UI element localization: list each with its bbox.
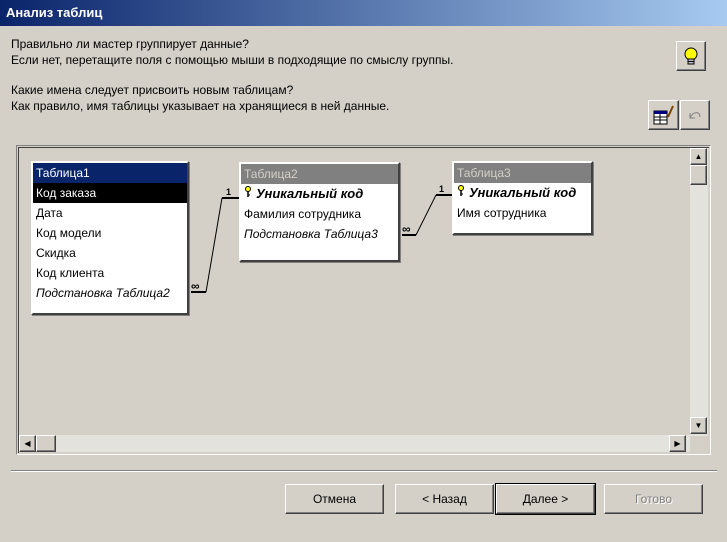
field-row[interactable]: Дата <box>33 203 187 223</box>
undo-icon <box>689 112 701 119</box>
vertical-scrollbar[interactable]: ▲ ▼ <box>690 148 708 436</box>
undo-button[interactable] <box>680 100 710 130</box>
key-icon <box>457 183 469 203</box>
key-icon <box>244 184 256 204</box>
next-button[interactable]: Далее > <box>495 483 596 515</box>
title-bar: Анализ таблиц <box>0 0 727 26</box>
next-label: Далее > <box>522 492 569 506</box>
table-3[interactable]: Таблица3 Уникальный код Имя сотрудника <box>452 161 593 235</box>
field-row[interactable]: Фамилия сотрудника <box>241 204 398 224</box>
relation-2-many-label: ∞ <box>402 222 411 236</box>
field-row[interactable]: Код модели <box>33 223 187 243</box>
relation-1-many-label: ∞ <box>191 279 200 293</box>
horizontal-scrollbar[interactable]: ◀ ▶ <box>19 435 690 452</box>
back-button[interactable]: < Назад <box>395 484 494 514</box>
table-title[interactable]: Таблица2 <box>241 164 398 184</box>
vertical-scroll-thumb[interactable] <box>690 165 707 185</box>
instruction-line-4: Как правило, имя таблицы указывает на хр… <box>11 99 390 113</box>
table-diagram-canvas: 1 ∞ 1 ∞ Таблица1 Код заказа Дата Код мод… <box>16 145 711 455</box>
scroll-up-button[interactable]: ▲ <box>690 148 707 165</box>
rename-table-icon <box>653 105 674 125</box>
cancel-label: Отмена <box>312 492 357 506</box>
instruction-line-3: Какие имена следует присвоить новым табл… <box>11 83 294 97</box>
window-title: Анализ таблиц <box>6 5 103 20</box>
diagram-area[interactable]: 1 ∞ 1 ∞ Таблица1 Код заказа Дата Код мод… <box>18 147 709 453</box>
cancel-button[interactable]: Отмена <box>285 484 384 514</box>
field-row[interactable]: Скидка <box>33 243 187 263</box>
instruction-line-1: Правильно ли мастер группирует данные? <box>11 37 249 51</box>
table-title[interactable]: Таблица3 <box>454 163 591 183</box>
field-row[interactable]: Подстановка Таблица2 <box>33 283 187 303</box>
horizontal-scroll-thumb[interactable] <box>36 435 56 452</box>
finish-label: Готово <box>634 492 673 506</box>
back-label: < Назад <box>422 492 467 506</box>
tips-button[interactable] <box>676 41 706 71</box>
scroll-down-button[interactable]: ▼ <box>690 417 707 434</box>
lightbulb-icon <box>684 47 698 65</box>
rename-table-button[interactable] <box>648 100 679 130</box>
relation-2-one-label: 1 <box>439 184 444 194</box>
separator <box>11 470 717 472</box>
finish-button[interactable]: Готово <box>604 484 703 514</box>
field-label: Уникальный код <box>469 185 577 200</box>
relation-1 <box>191 197 239 293</box>
table-title[interactable]: Таблица1 <box>33 163 187 183</box>
relation-1-one-label: 1 <box>226 187 231 197</box>
field-row[interactable]: Имя сотрудника <box>454 203 591 223</box>
table-1[interactable]: Таблица1 Код заказа Дата Код модели Скид… <box>31 161 189 315</box>
instruction-line-2: Если нет, перетащите поля с помощью мыши… <box>11 53 454 67</box>
scroll-left-button[interactable]: ◀ <box>19 435 36 452</box>
field-label: Уникальный код <box>256 186 364 201</box>
field-row[interactable]: Код заказа <box>33 183 187 203</box>
field-row[interactable]: Код клиента <box>33 263 187 283</box>
table-2[interactable]: Таблица2 Уникальный код Фамилия сотрудни… <box>239 162 400 262</box>
field-row[interactable]: Уникальный код <box>454 183 591 203</box>
field-row[interactable]: Подстановка Таблица3 <box>241 224 398 244</box>
field-row[interactable]: Уникальный код <box>241 184 398 204</box>
scroll-right-button[interactable]: ▶ <box>669 435 686 452</box>
